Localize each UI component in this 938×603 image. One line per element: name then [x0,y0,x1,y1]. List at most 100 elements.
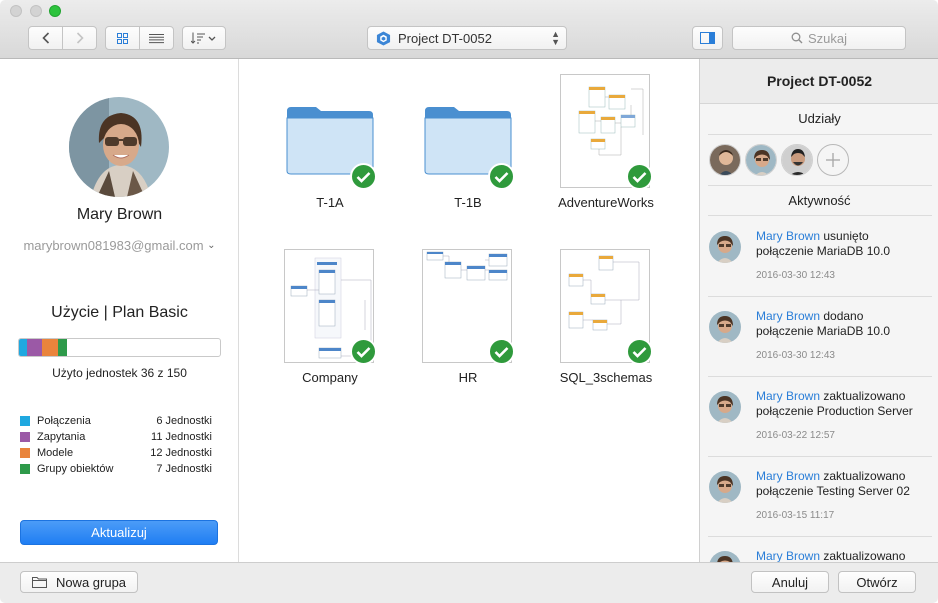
legend-label: Połączenia [37,415,91,427]
divider [708,536,932,537]
list-view-icon [149,33,164,43]
legend-row: Zapytania 11 Jednostki [20,429,212,445]
icon-view-button[interactable] [105,26,140,50]
legend-swatch [20,448,30,458]
activity-user-avatar [709,551,741,562]
legend-row: Połączenia 6 Jednostki [20,413,212,429]
activity-detail: połączenie MariaDB 10.0 [756,244,891,258]
close-window-button[interactable] [10,5,22,17]
activity-item[interactable]: Mary Brown zaktualizowano [700,543,938,562]
legend-label: Modele [37,447,74,459]
item-label: AdventureWorks [558,195,654,210]
activity-user-link[interactable]: Mary Brown [756,389,820,403]
forward-button[interactable] [62,26,97,50]
activity-user-avatar [709,311,741,343]
activity-item[interactable]: Mary Brown zaktualizowano połączenie Test… [700,463,938,543]
search-input[interactable]: Szukaj [732,26,906,50]
usage-title: Użycie | Plan Basic [51,304,188,321]
activity-timestamp: 2016-03-30 12:43 [756,270,835,281]
toolbar: Project DT-0052 ▲ ▼ Szukaj [0,0,938,59]
activity-timestamp: 2016-03-15 11:17 [756,510,835,521]
divider [708,134,932,135]
synced-check-icon [350,163,377,190]
divider [708,456,932,457]
usage-segment [57,339,68,356]
activity-action: dodano [823,309,864,323]
synced-check-icon [488,163,515,190]
folder-icon [31,577,47,588]
activity-detail: połączenie Testing Server 02 [756,484,910,498]
updown-chevron-icon: ▲ ▼ [551,29,560,47]
activity-timestamp: 2016-03-22 12:57 [756,430,835,441]
divider [708,185,932,186]
activity-heading: Aktywność [788,193,851,208]
plus-icon [826,153,840,167]
activity-user-avatar [709,391,741,423]
user-email-menu[interactable]: marybrown081983@gmail.com ⌄ [0,238,239,253]
shared-user-avatar[interactable] [781,144,813,176]
shared-user-avatar[interactable] [709,144,741,176]
item-label: Company [302,370,358,385]
back-button[interactable] [28,26,63,50]
activity-item[interactable]: Mary Brown usunięto połączenie MariaDB 10… [700,223,938,303]
activity-timestamp: 2016-03-30 12:43 [756,350,835,361]
new-group-button[interactable]: Nowa grupa [20,571,138,593]
divider [708,376,932,377]
cancel-button[interactable]: Anuluj [751,571,829,593]
search-icon [791,32,803,44]
usage-summary: Użyto jednostek 36 z 150 [52,366,187,380]
project-selector-label: Project DT-0052 [398,30,492,46]
sidebar-panel-icon [700,32,715,44]
activity-action: zaktualizowano [823,469,906,483]
project-items-grid: T-1A T-1B AdventureWorks Company HR SQL_… [240,59,699,562]
project-cube-icon [376,30,391,46]
activity-user-link[interactable]: Mary Brown [756,229,820,243]
usage-segment [27,339,42,356]
activity-user-avatar [709,231,741,263]
new-group-label: Nowa grupa [55,574,127,590]
chevron-right-icon [76,32,84,44]
legend-value: 12 Jednostki [150,447,212,459]
add-share-button[interactable] [817,144,849,176]
legend-swatch [20,432,30,442]
activity-item[interactable]: Mary Brown zaktualizowano połączenie Prod… [700,383,938,463]
activity-item[interactable]: Mary Brown dodano połączenie MariaDB 10.0… [700,303,938,383]
legend-label: Zapytania [37,431,86,443]
legend-row: Modele 12 Jednostki [20,445,212,461]
toggle-sidebar-button[interactable] [692,26,723,50]
activity-user-link[interactable]: Mary Brown [756,549,820,562]
zoom-window-button[interactable] [49,5,61,17]
synced-check-icon [350,338,377,365]
shared-users [709,144,849,176]
activity-text: Mary Brown zaktualizowano [756,549,934,562]
minimize-window-button[interactable] [30,5,42,17]
legend-value: 6 Jednostki [156,415,212,427]
activity-text: Mary Brown dodano połączenie MariaDB 10.0 [756,309,934,339]
project-info-panel: Project DT-0052 Udziały Aktywność Mary B… [699,59,938,562]
legend-value: 7 Jednostki [156,463,212,475]
activity-action: zaktualizowano [823,389,906,403]
open-button[interactable]: Otwórz [838,571,916,593]
activity-user-link[interactable]: Mary Brown [756,309,820,323]
activity-detail: połączenie Production Server [756,404,913,418]
activity-text: Mary Brown zaktualizowano połączenie Prod… [756,389,934,419]
synced-check-icon [626,338,653,365]
grid-view-icon [117,32,128,44]
update-plan-button[interactable]: Aktualizuj [20,520,218,545]
activity-text: Mary Brown zaktualizowano połączenie Test… [756,469,934,499]
user-email: marybrown081983@gmail.com [23,238,204,253]
activity-action: usunięto [823,229,869,243]
synced-check-icon [488,338,515,365]
chevron-left-icon [41,32,49,44]
activity-user-link[interactable]: Mary Brown [756,469,820,483]
list-view-button[interactable] [139,26,174,50]
legend-value: 11 Jednostki [151,431,212,443]
shared-user-avatar[interactable] [745,144,777,176]
app-window: Project DT-0052 ▲ ▼ Szukaj Mary Brown ma… [0,0,938,603]
sort-menu-button[interactable] [182,26,226,50]
user-avatar[interactable] [69,97,169,197]
project-selector[interactable]: Project DT-0052 ▲ ▼ [367,26,567,50]
usage-legend: Połączenia 6 Jednostki Zapytania 11 Jednost… [20,413,212,477]
legend-label: Grupy obiektów [37,463,114,475]
divider [708,296,932,297]
